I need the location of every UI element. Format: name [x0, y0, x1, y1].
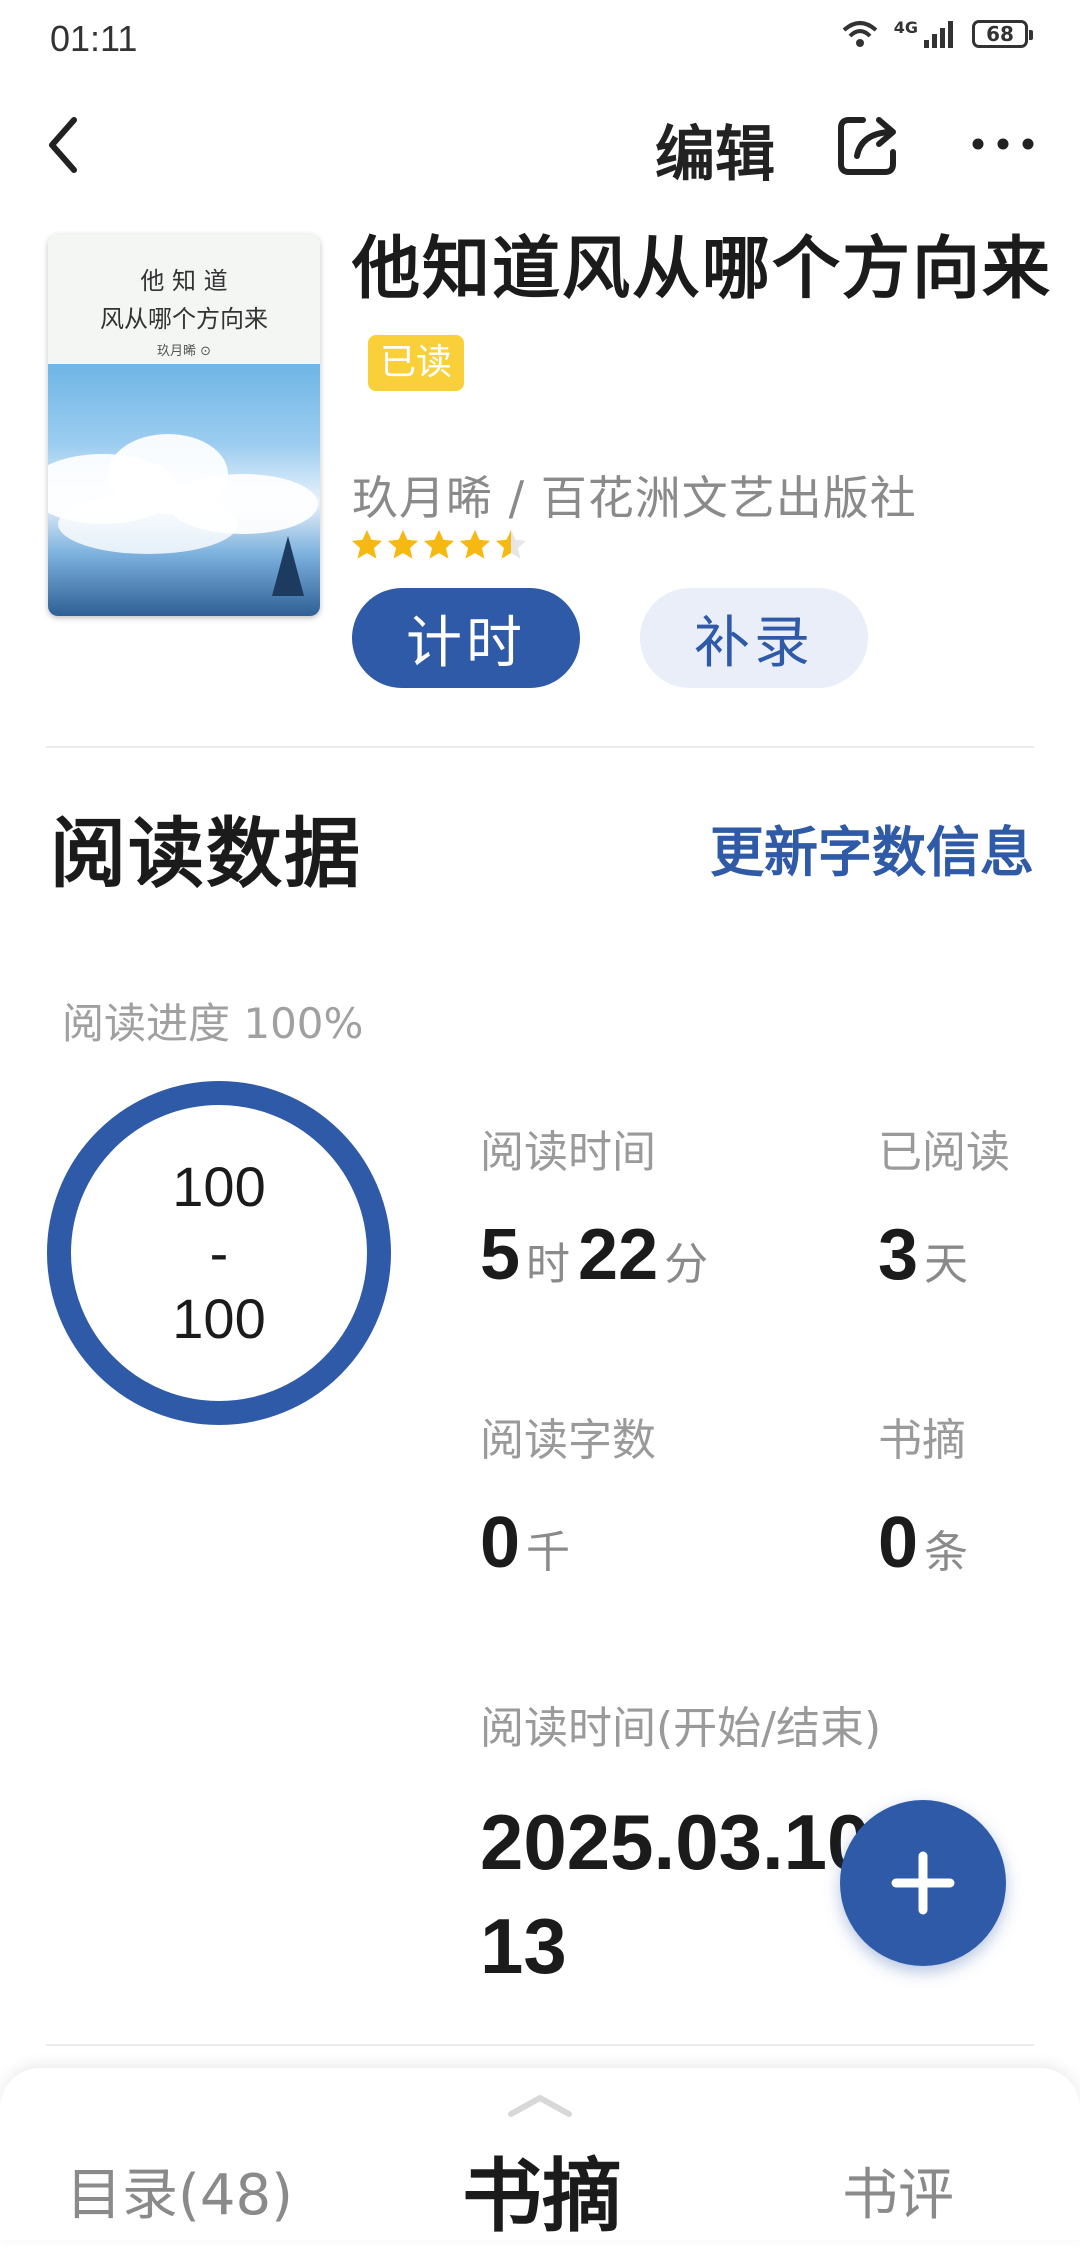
timer-button[interactable]: 计时 — [352, 588, 580, 688]
rating-stars — [350, 528, 528, 562]
cover-author: 玖月晞 ⊙ — [156, 344, 212, 359]
signal-icon — [924, 21, 953, 48]
tab-table-of-contents[interactable]: 目录(48) — [66, 2150, 293, 2231]
read-status-badge: 已读 — [368, 335, 465, 392]
progress-label: 阅读进度 100% — [62, 999, 364, 1048]
star-icon — [387, 529, 419, 559]
cover-title: 他 知 道 风从哪个方向来 — [100, 267, 268, 333]
section-title: 阅读数据 — [50, 809, 362, 898]
divider — [46, 2044, 1034, 2046]
plus-icon — [891, 1851, 955, 1915]
word-count-value: 0千 — [480, 1503, 571, 1583]
book-author-publisher: 玖月晞 / 百花洲文艺出版社 — [352, 471, 917, 525]
update-word-count-link[interactable]: 更新字数信息 — [710, 808, 1034, 887]
more-options-button[interactable] — [970, 124, 1036, 164]
book-title: 他知道风从哪个方向来已读 — [352, 222, 1052, 414]
progress-ring: 100 - 100 — [46, 1080, 392, 1426]
battery-icon: 68 — [972, 20, 1033, 48]
days-read-value: 3天 — [878, 1215, 969, 1295]
tab-reviews[interactable]: 书评 — [842, 2150, 954, 2231]
excerpts-label: 书摘 — [878, 1415, 966, 1466]
reading-period-label: 阅读时间(开始/结束) — [480, 1703, 882, 1754]
ring-current: 100 — [172, 1155, 266, 1218]
edit-button[interactable]: 编辑 — [655, 106, 775, 193]
record-button[interactable]: 补录 — [640, 588, 868, 688]
star-icon — [495, 529, 527, 559]
star-icon — [423, 529, 455, 559]
divider — [46, 746, 1034, 748]
star-icon — [351, 529, 383, 559]
add-button[interactable] — [840, 1800, 1006, 1966]
reading-time-label: 阅读时间 — [480, 1127, 656, 1178]
book-cover[interactable]: 他 知 道 风从哪个方向来 玖月晞 ⊙ — [48, 234, 320, 616]
network-type: 4G — [893, 18, 918, 37]
ring-total: 100 — [172, 1287, 266, 1350]
word-count-label: 阅读字数 — [480, 1415, 656, 1466]
status-icons: 4G 68 — [840, 18, 1033, 50]
days-read-label: 已阅读 — [878, 1127, 1010, 1178]
ring-separator: - — [209, 1221, 229, 1284]
chevron-up-icon[interactable] — [505, 2090, 575, 2120]
wifi-icon — [842, 21, 878, 47]
back-button[interactable] — [40, 110, 90, 180]
status-time: 01:11 — [50, 18, 138, 59]
reading-time-value: 5 时 22 分 — [480, 1215, 709, 1295]
share-button[interactable] — [835, 112, 901, 178]
excerpts-value: 0条 — [878, 1503, 969, 1583]
tree-icon — [272, 536, 304, 596]
star-icon — [459, 529, 491, 559]
tab-excerpts[interactable]: 书摘 — [462, 2132, 622, 2248]
